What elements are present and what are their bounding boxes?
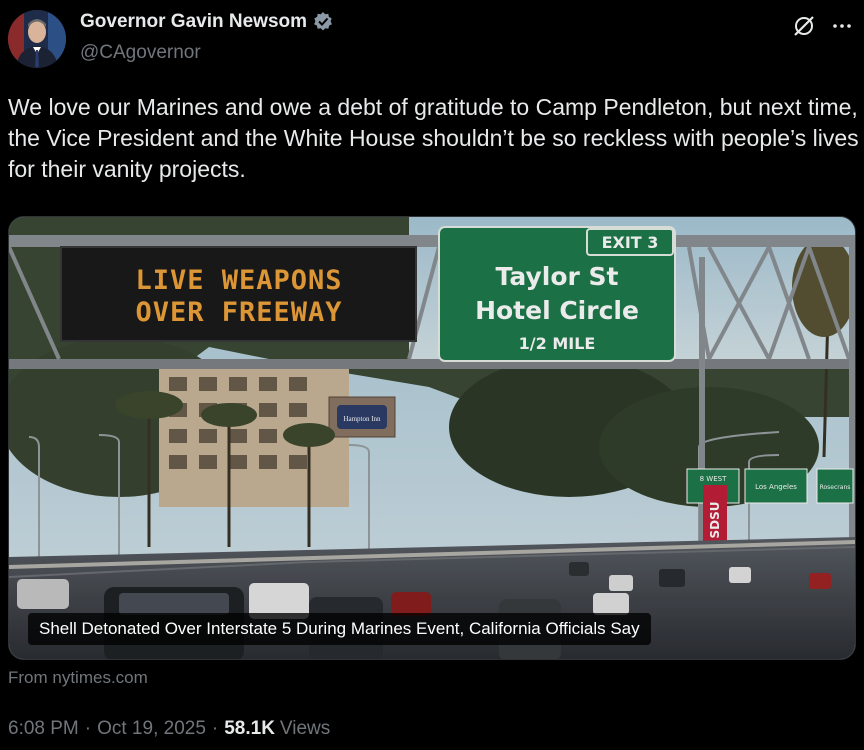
more-button[interactable] xyxy=(826,10,858,42)
views-count[interactable]: 58.1K xyxy=(224,718,275,740)
name-row: Governor Gavin Newsom xyxy=(80,11,334,33)
link-card[interactable]: Hampton Inn xyxy=(8,216,856,660)
meta-separator: · xyxy=(84,718,92,739)
link-source[interactable]: From nytimes.com xyxy=(8,668,148,688)
meta-separator: · xyxy=(211,718,219,739)
handle[interactable]: @CAgovernor xyxy=(80,42,201,64)
verified-badge-icon xyxy=(312,11,334,33)
tweet-header: Governor Gavin Newsom @CAgovernor xyxy=(0,0,864,80)
person-avatar-icon xyxy=(8,10,66,68)
more-dots-icon xyxy=(833,24,851,28)
grok-icon xyxy=(794,16,814,36)
article-image: Hampton Inn xyxy=(9,217,855,659)
views-label: Views xyxy=(279,718,331,739)
tweet-text: We love our Marines and owe a debt of gr… xyxy=(8,94,859,182)
tweet-time[interactable]: 6:08 PM xyxy=(8,718,79,740)
avatar[interactable] xyxy=(8,10,66,68)
card-title[interactable]: Shell Detonated Over Interstate 5 During… xyxy=(28,613,651,645)
tweet-date[interactable]: Oct 19, 2025 xyxy=(97,718,206,740)
grok-button[interactable] xyxy=(788,10,820,42)
display-name[interactable]: Governor Gavin Newsom xyxy=(80,11,307,33)
tweet-meta: 6:08 PM · Oct 19, 2025 · 58.1K Views xyxy=(8,718,330,740)
